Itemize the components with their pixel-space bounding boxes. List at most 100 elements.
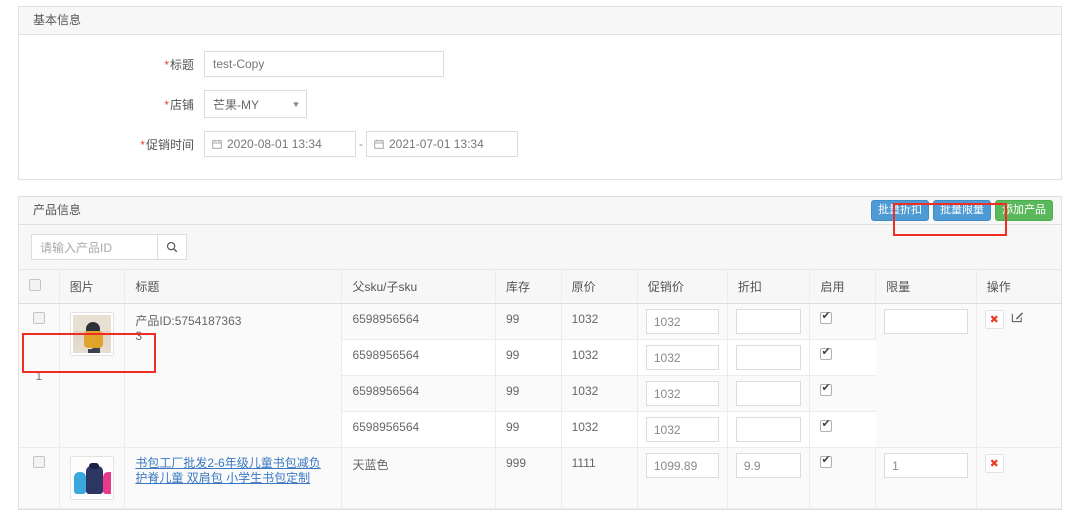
promo-price-input[interactable]: 1032 (646, 417, 719, 442)
stock-cell: 99 (495, 340, 561, 376)
discount-cell (727, 340, 810, 376)
select-all-checkbox[interactable] (29, 279, 41, 291)
product-table: 图片 标题 父sku/子sku 库存 原价 促销价 折扣 启用 限量 操作 (19, 270, 1061, 509)
product-title-line2: 双肩包 小学生书包定制 (187, 471, 310, 485)
edit-icon (1011, 310, 1024, 323)
product-info-title: 产品信息 (33, 203, 81, 217)
promo-price-cell: 1099.89 (637, 448, 727, 509)
enabled-checkbox[interactable] (820, 348, 832, 360)
promo-price-value: 1032 (654, 351, 681, 365)
form-row-shop: *店铺 芒果-MY ▼ (19, 90, 1061, 118)
row-checkbox[interactable] (33, 312, 45, 324)
promo-price-input[interactable]: 1099.89 (646, 453, 719, 478)
chevron-down-icon: ▼ (291, 100, 301, 109)
enabled-cell (810, 448, 876, 509)
discount-input[interactable] (736, 381, 802, 406)
enabled-cell (810, 340, 876, 376)
discount-cell (727, 376, 810, 412)
original-price-cell: 1111 (561, 448, 637, 509)
product-thumbnail[interactable] (70, 456, 114, 500)
form-row-promo-time: *促销时间 2020-08-01 13:34 - 2021-07-01 13:3… (19, 131, 1061, 157)
photo-detail (86, 466, 103, 494)
sku-cell: 6598956564 (342, 304, 496, 340)
discount-cell: 9.9 (727, 448, 810, 509)
enabled-cell (810, 376, 876, 412)
discount-input[interactable]: 9.9 (736, 453, 802, 478)
row-index: 1 (29, 369, 49, 383)
photo-detail (74, 472, 86, 494)
discount-value: 9.9 (744, 459, 761, 473)
batch-limit-button[interactable]: 批量限量 (933, 200, 991, 221)
basic-info-body: *标题 test-Copy *店铺 芒果-MY ▼ *促销时间 2020-08-… (19, 51, 1061, 179)
th-enabled: 启用 (810, 270, 876, 304)
th-sku: 父sku/子sku (342, 270, 496, 304)
delete-row-button[interactable]: ✖ (985, 454, 1004, 473)
sku-cell: 天蓝色 (342, 448, 496, 509)
child-photo-icon (73, 315, 111, 353)
th-image: 图片 (59, 270, 125, 304)
promo-price-value: 1032 (654, 423, 681, 437)
enabled-checkbox[interactable] (820, 420, 832, 432)
limit-input[interactable] (884, 309, 968, 334)
promo-start-date-input[interactable]: 2020-08-01 13:34 (204, 131, 356, 157)
backpacks-photo-icon (73, 459, 111, 497)
delete-row-button[interactable]: ✖ (985, 310, 1004, 329)
th-original-price: 原价 (561, 270, 637, 304)
calendar-icon (212, 139, 222, 149)
promo-price-value: 1032 (654, 387, 681, 401)
sku-cell: 6598956564 (342, 340, 496, 376)
shop-select[interactable]: 芒果-MY ▼ (204, 90, 307, 118)
product-id-search-input[interactable]: 请输入产品ID (31, 234, 157, 260)
promo-start-date-value: 2020-08-01 13:34 (227, 137, 322, 151)
limit-input[interactable]: 1 (884, 453, 968, 478)
photo-detail (88, 346, 100, 353)
title-input[interactable]: test-Copy (204, 51, 444, 77)
stock-cell: 99 (495, 304, 561, 340)
promo-end-date-input[interactable]: 2021-07-01 13:34 (366, 131, 518, 157)
form-row-title: *标题 test-Copy (19, 51, 1061, 77)
row-checkbox[interactable] (33, 456, 45, 468)
required-mark: * (164, 58, 169, 72)
discount-input[interactable] (736, 417, 802, 442)
enabled-checkbox[interactable] (820, 312, 832, 324)
batch-discount-button[interactable]: 批量折扣 (871, 200, 929, 221)
row-image-cell (59, 304, 125, 448)
discount-input[interactable] (736, 345, 802, 370)
promo-price-value: 1099.89 (654, 459, 697, 473)
promo-price-input[interactable]: 1032 (646, 381, 719, 406)
product-thumbnail[interactable] (70, 312, 114, 356)
product-id-search-placeholder: 请输入产品ID (40, 239, 112, 256)
edit-row-button[interactable] (1011, 310, 1024, 323)
title-label-text: 标题 (170, 58, 194, 72)
original-price-cell: 1032 (561, 412, 637, 448)
promo-end-date-value: 2021-07-01 13:34 (389, 137, 484, 151)
title-label: *标题 (19, 56, 204, 73)
enabled-checkbox[interactable] (820, 456, 832, 468)
original-price-cell: 1032 (561, 304, 637, 340)
th-actions: 操作 (976, 270, 1061, 304)
enabled-checkbox[interactable] (820, 384, 832, 396)
discount-input[interactable] (736, 309, 802, 334)
product-table-header-row: 图片 标题 父sku/子sku 库存 原价 促销价 折扣 启用 限量 操作 (19, 270, 1061, 304)
row-select-cell (19, 448, 59, 509)
enabled-cell (810, 412, 876, 448)
th-stock: 库存 (495, 270, 561, 304)
promo-price-input[interactable]: 1032 (646, 309, 719, 334)
promo-price-cell: 1032 (637, 304, 727, 340)
add-product-button[interactable]: 添加产品 (995, 200, 1053, 221)
th-discount: 折扣 (727, 270, 810, 304)
table-row: 1 产品ID:5754187363 3 6 (19, 304, 1061, 340)
product-info-panel: 产品信息 批量折扣 批量限量 添加产品 请输入产品ID (18, 196, 1062, 510)
promo-price-cell: 1032 (637, 376, 727, 412)
th-limit: 限量 (876, 270, 977, 304)
th-select-all (19, 270, 59, 304)
promo-price-input[interactable]: 1032 (646, 345, 719, 370)
promo-price-cell: 1032 (637, 340, 727, 376)
product-title-link[interactable]: 书包工厂批发2-6年级儿童书包减负护脊儿童 双肩包 小学生书包定制 (135, 456, 331, 486)
th-promo-price: 促销价 (637, 270, 727, 304)
row-title-cell: 产品ID:5754187363 3 (125, 304, 342, 448)
sku-cell: 6598956564 (342, 412, 496, 448)
actions-cell: ✖ (976, 448, 1061, 509)
basic-info-title: 基本信息 (33, 13, 81, 27)
product-search-button[interactable] (157, 234, 187, 260)
